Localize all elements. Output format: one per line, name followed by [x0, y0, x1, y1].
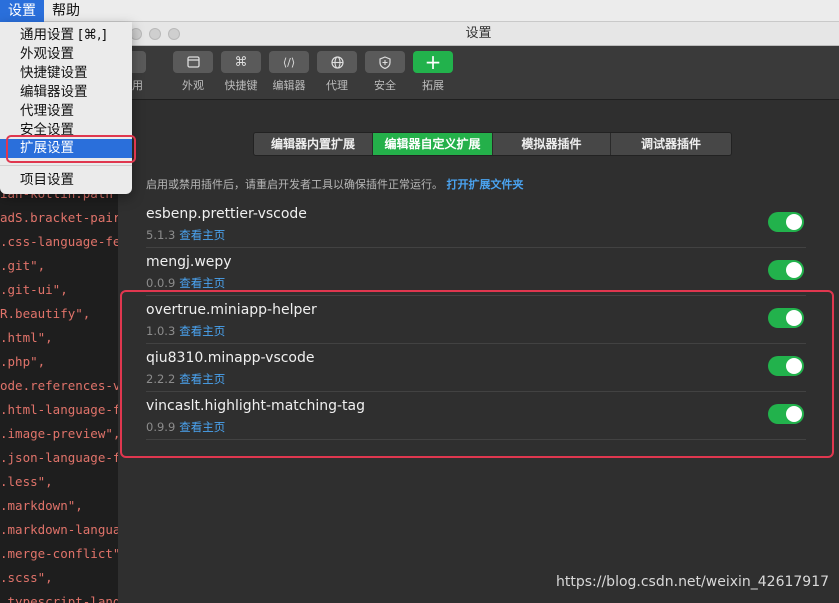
extension-version: 5.1.3 [146, 228, 176, 242]
highlight-box-extensions [120, 290, 834, 458]
menu-item-appearance-settings[interactable]: 外观设置 [0, 45, 132, 64]
code-line: .git", [0, 258, 46, 273]
code-line: .php", [0, 354, 46, 369]
menu-item-shortcut-settings[interactable]: 快捷键设置 [0, 64, 132, 83]
extension-row: mengj.wepy 0.0.9 查看主页 [146, 248, 806, 296]
settings-window: 设置 通用 外观 ⌘ 快捷键 ⟨/⟩ 编辑器 代理 安全 + 拓展 编辑器内置扩… [106, 22, 839, 603]
toolbar-shortcut-button[interactable]: ⌘ 快捷键 [221, 51, 261, 97]
extension-enable-toggle[interactable] [768, 212, 804, 232]
code-line: .image-preview", [0, 426, 118, 441]
restart-hint-text: 启用或禁用插件后，请重启开发者工具以确保插件正常运行。 [146, 178, 443, 191]
toolbar-proxy-label: 代理 [326, 79, 348, 92]
toolbar-editor-button[interactable]: ⟨/⟩ 编辑器 [269, 51, 309, 97]
window-title: 设置 [465, 26, 492, 41]
code-line: .html", [0, 330, 53, 345]
extension-homepage-link[interactable]: 查看主页 [179, 228, 225, 242]
menu-item-general-settings[interactable]: 通用设置 [⌘,] [0, 26, 132, 45]
menu-item-editor-settings[interactable]: 编辑器设置 [0, 83, 132, 102]
code-line: ode.references-v [0, 378, 118, 393]
restart-hint: 启用或禁用插件后，请重启开发者工具以确保插件正常运行。 打开扩展文件夹 [146, 176, 524, 192]
code-line: R.beautify", [0, 306, 91, 321]
code-line: .markdown-langua [0, 522, 118, 537]
extension-homepage-link[interactable]: 查看主页 [179, 276, 225, 290]
menu-settings[interactable]: 设置 [0, 0, 44, 22]
toolbar-extension-label: 拓展 [422, 79, 444, 92]
tab-builtin-extensions[interactable]: 编辑器内置扩展 [254, 133, 373, 155]
toolbar-extension-button[interactable]: + 拓展 [413, 50, 453, 97]
tab-debugger-plugins[interactable]: 调试器插件 [611, 133, 731, 155]
extension-name: esbenp.prettier-vscode [146, 206, 307, 222]
menu-item-proxy-settings[interactable]: 代理设置 [0, 102, 132, 121]
tab-simulator-plugins[interactable]: 模拟器插件 [493, 133, 611, 155]
window-titlebar: 设置 [118, 22, 839, 46]
highlight-box-extension-settings [6, 135, 136, 163]
toolbar-proxy-button[interactable]: 代理 [317, 51, 357, 97]
code-icon: ⟨/⟩ [282, 55, 296, 69]
code-line: .git-ui", [0, 282, 68, 297]
toolbar-security-button[interactable]: 安全 [365, 51, 405, 97]
menu-bar: 设置 帮助 [0, 0, 839, 22]
code-line: .less", [0, 474, 53, 489]
extension-enable-toggle[interactable] [768, 260, 804, 280]
toolbar-security-label: 安全 [374, 79, 396, 92]
extension-version: 0.0.9 [146, 276, 176, 290]
tab-custom-extensions[interactable]: 编辑器自定义扩展 [373, 133, 493, 155]
menu-separator [0, 165, 132, 166]
extension-row: esbenp.prettier-vscode 5.1.3 查看主页 [146, 200, 806, 248]
code-line: .merge-conflict" [0, 546, 118, 561]
code-line: adS.bracket-pair [0, 210, 118, 225]
code-line: .html-language-f [0, 402, 118, 417]
settings-dropdown-menu: 通用设置 [⌘,] 外观设置 快捷键设置 编辑器设置 代理设置 安全设置 扩展设… [0, 22, 132, 194]
menu-item-project-settings[interactable]: 项目设置 [0, 171, 132, 190]
command-icon: ⌘ [234, 54, 248, 70]
code-line: .json-language-f [0, 450, 118, 465]
settings-toolbar: 通用 外观 ⌘ 快捷键 ⟨/⟩ 编辑器 代理 安全 + 拓展 [106, 46, 839, 100]
code-line: .markdown", [0, 498, 83, 513]
toggle-knob [786, 262, 802, 278]
code-line: .css-language-fe [0, 234, 118, 249]
menu-help[interactable]: 帮助 [44, 0, 88, 22]
toolbar-appearance-label: 外观 [182, 79, 204, 92]
toolbar-shortcut-label: 快捷键 [224, 79, 258, 92]
globe-icon [330, 55, 344, 69]
toolbar-appearance-button[interactable]: 外观 [173, 51, 213, 97]
window-icon [186, 56, 200, 68]
toolbar-editor-label: 编辑器 [272, 79, 306, 92]
shield-icon [379, 55, 391, 69]
toggle-knob [786, 214, 802, 230]
watermark: https://blog.csdn.net/weixin_42617917 [556, 574, 830, 590]
extension-name: mengj.wepy [146, 254, 232, 270]
open-extension-folder-link[interactable]: 打开扩展文件夹 [447, 178, 524, 191]
code-line: .typescript-lang [0, 594, 118, 603]
code-line: .scss", [0, 570, 53, 585]
plus-icon: + [424, 50, 442, 74]
extension-tabs: 编辑器内置扩展 编辑器自定义扩展 模拟器插件 调试器插件 [253, 132, 732, 156]
